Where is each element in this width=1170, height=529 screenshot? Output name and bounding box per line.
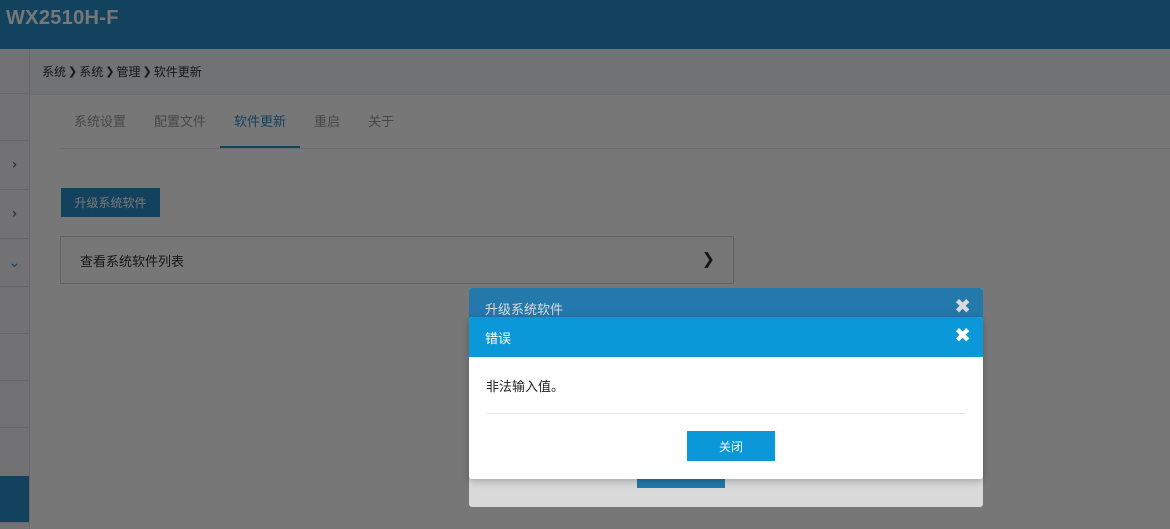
close-icon[interactable]: ✖ xyxy=(954,323,971,347)
error-dialog-title: 错误 xyxy=(485,331,512,347)
error-message: 非法输入值。 xyxy=(486,380,565,395)
dialog-divider xyxy=(487,413,965,414)
error-dialog: 错误 ✖ 非法输入值。 关闭 xyxy=(469,317,983,479)
error-dialog-header: 错误 xyxy=(469,317,983,357)
close-button[interactable]: 关闭 xyxy=(687,431,775,461)
